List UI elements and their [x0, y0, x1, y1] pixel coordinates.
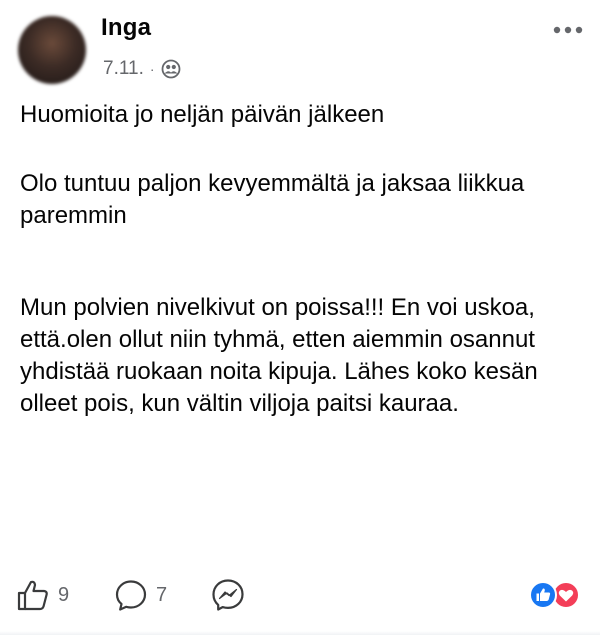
more-options-button[interactable] — [550, 18, 586, 42]
post-paragraph: Huomioita jo neljän päivän jälkeen — [20, 101, 385, 128]
like-reaction-icon — [529, 581, 557, 609]
like-count: 9 — [58, 583, 70, 606]
meta-separator: · — [149, 61, 155, 77]
avatar[interactable] — [18, 16, 86, 84]
post-divider — [0, 631, 600, 635]
post-date[interactable]: 7.11. — [103, 58, 144, 80]
messenger-icon — [212, 579, 244, 611]
reactions-summary[interactable] — [528, 580, 582, 610]
action-bar: 9 7 — [0, 570, 600, 620]
friends-icon[interactable] — [161, 59, 181, 79]
post-meta: 7.11. · — [103, 58, 181, 80]
post-paragraph: Olo tuntuu paljon kevyemmältä ja jaksaa … — [20, 170, 525, 229]
comment-count: 7 — [156, 583, 168, 606]
messenger-share-button[interactable] — [210, 578, 246, 612]
post-card: Inga 7.11. · Huomioita jo neljän päivän … — [0, 0, 600, 635]
comment-icon — [115, 580, 147, 611]
post-paragraph: Mun polvien nivelkivut on poissa!!! En v… — [20, 294, 538, 417]
like-button[interactable]: 9 — [16, 578, 69, 612]
thumbs-up-icon — [17, 580, 48, 611]
comment-button[interactable]: 7 — [114, 578, 167, 612]
more-horizontal-icon — [553, 26, 583, 34]
author-name[interactable]: Inga — [101, 14, 151, 42]
